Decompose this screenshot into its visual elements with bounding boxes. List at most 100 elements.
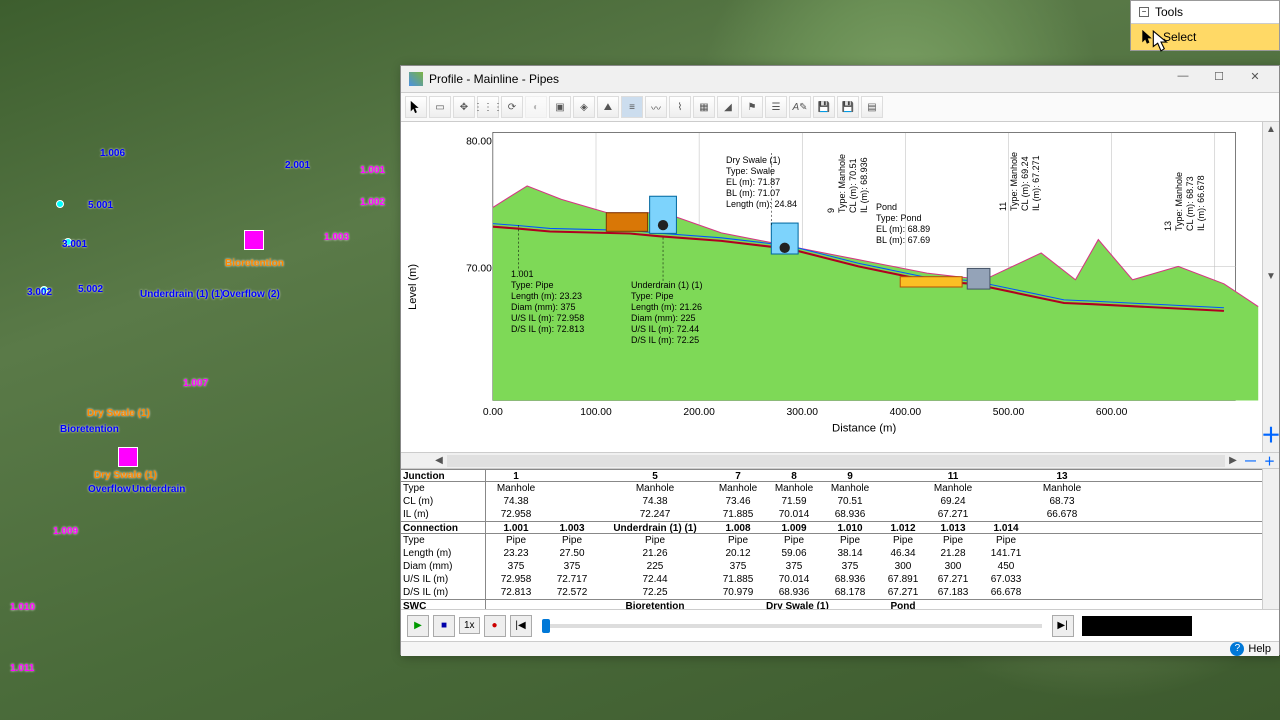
chart-ylabel: Level (m): [401, 264, 425, 310]
tools-panel-header[interactable]: − Tools: [1131, 1, 1279, 24]
flag-button[interactable]: ⚑: [741, 96, 763, 118]
time-display: [1082, 616, 1192, 636]
profile-window: Profile - Mainline - Pipes — ☐ ✕ ▭ ✥ ⋮⋮⋮…: [400, 65, 1280, 655]
map-label[interactable]: Overflow: [88, 484, 131, 495]
text-style-button[interactable]: A✎: [789, 96, 811, 118]
annot-mh11: 11Type: ManholeCL (m): 69.24IL (m): 67.2…: [998, 152, 1042, 211]
svg-text:500.00: 500.00: [993, 407, 1025, 418]
table-vscroll[interactable]: [1262, 469, 1279, 609]
profile-chart[interactable]: Level (m): [401, 122, 1279, 452]
map-label[interactable]: 1.011: [10, 663, 34, 674]
annot-pond: PondType: PondEL (m): 68.89BL (m): 67.69: [876, 202, 930, 246]
annot-mh13: 13Type: ManholeCL (m): 68.73IL (m): 66.6…: [1163, 172, 1207, 231]
map-label[interactable]: 2.001: [285, 160, 310, 171]
collapse-icon[interactable]: −: [1139, 7, 1149, 17]
zoom-plus-icon[interactable]: ＋: [1259, 417, 1280, 450]
help-icon[interactable]: ?: [1230, 642, 1244, 656]
isometric-button[interactable]: ◈: [573, 96, 595, 118]
annot-dryswale: Dry Swale (1)Type: SwaleEL (m): 71.87BL …: [726, 155, 797, 210]
zoom-plus-h-icon[interactable]: ＋: [1260, 453, 1279, 469]
svg-text:70.00: 70.00: [466, 264, 492, 275]
record-button[interactable]: ●: [484, 615, 506, 637]
animation-playbar: ▶ ■ 1x ● |◀ ▶|: [401, 609, 1279, 641]
map-label[interactable]: 1.007: [183, 378, 208, 389]
zoom-window-button[interactable]: ▭: [429, 96, 451, 118]
map-node-bioretention[interactable]: [244, 230, 264, 250]
skip-start-button[interactable]: |◀: [510, 615, 532, 637]
scroll-right-icon[interactable]: ▶: [1225, 455, 1241, 466]
svg-text:400.00: 400.00: [890, 407, 922, 418]
layer-egl-button[interactable]: ⌇: [669, 96, 691, 118]
map-node-dryswale[interactable]: [118, 447, 138, 467]
svg-text:0.00: 0.00: [483, 407, 503, 418]
svg-text:Distance (m): Distance (m): [832, 422, 896, 434]
annot-mh9: 9Type: ManholeCL (m): 70.51IL (m): 68.93…: [826, 154, 870, 213]
profile-toolbar: ▭ ✥ ⋮⋮⋮ ⟳ ◐ ▣ ◈ ⛰ ≡ 〰 ⌇ ▦ ◢ ⚑ ☰ A✎ 💾 💾 ▤: [401, 93, 1279, 122]
map-label[interactable]: Underdrain (1) (1): [140, 289, 223, 300]
hscroll-track[interactable]: [447, 455, 1225, 467]
scroll-left-icon[interactable]: ◀: [431, 455, 447, 466]
map-label[interactable]: 1.001: [360, 165, 385, 176]
window-footer: ? Help: [401, 641, 1279, 656]
map-label[interactable]: 1.003: [324, 232, 349, 243]
map-label[interactable]: 1.002: [360, 197, 385, 208]
skip-end-button[interactable]: ▶|: [1052, 615, 1074, 637]
map-label[interactable]: 1.006: [100, 148, 125, 159]
window-title: Profile - Mainline - Pipes: [429, 72, 1171, 86]
map-junction[interactable]: [56, 200, 64, 208]
map-label[interactable]: 3.002: [27, 287, 52, 298]
layer-lines-button[interactable]: ≡: [621, 96, 643, 118]
save-button[interactable]: 💾: [813, 96, 835, 118]
scroll-up-icon[interactable]: ▲: [1266, 124, 1276, 135]
map-label[interactable]: 5.002: [78, 284, 103, 295]
zoom-minus-icon[interactable]: —: [1241, 455, 1260, 467]
grid-button[interactable]: ⋮⋮⋮: [477, 96, 499, 118]
prev-button[interactable]: ◐: [525, 96, 547, 118]
svg-text:100.00: 100.00: [580, 407, 612, 418]
export-button[interactable]: ▤: [861, 96, 883, 118]
chart-hscroll[interactable]: ◀ ▶ — ＋: [401, 452, 1279, 469]
map-label[interactable]: 5.001: [88, 200, 113, 211]
time-slider[interactable]: [542, 624, 1042, 628]
map-label[interactable]: Dry Swale (1): [94, 470, 157, 481]
annot-underdrain: Underdrain (1) (1)Type: PipeLength (m): …: [631, 280, 703, 346]
svg-text:200.00: 200.00: [683, 407, 715, 418]
properties-button[interactable]: ☰: [765, 96, 787, 118]
annotate-button[interactable]: ◢: [717, 96, 739, 118]
scroll-down-icon[interactable]: ▼: [1266, 271, 1276, 282]
svg-text:600.00: 600.00: [1096, 407, 1128, 418]
map-label[interactable]: Dry Swale (1): [87, 408, 150, 419]
titlebar[interactable]: Profile - Mainline - Pipes — ☐ ✕: [401, 66, 1279, 93]
app-icon: [409, 72, 423, 86]
map-label[interactable]: 1.009: [53, 526, 78, 537]
svg-text:300.00: 300.00: [787, 407, 819, 418]
terrain-button[interactable]: ⛰: [597, 96, 619, 118]
slider-thumb[interactable]: [542, 619, 550, 633]
map-label[interactable]: Underdrain: [132, 484, 185, 495]
help-label[interactable]: Help: [1248, 643, 1271, 655]
stop-button[interactable]: ■: [433, 615, 455, 637]
map-label[interactable]: Overflow (2): [222, 289, 280, 300]
maximize-button[interactable]: ☐: [1207, 70, 1231, 88]
speed-label[interactable]: 1x: [459, 617, 480, 634]
map-label[interactable]: 3.001: [62, 239, 87, 250]
layer-hgl-button[interactable]: 〰: [645, 96, 667, 118]
refresh-button[interactable]: ⟳: [501, 96, 523, 118]
chart-vscroll[interactable]: ▲ ▼ ＋: [1262, 122, 1279, 452]
close-button[interactable]: ✕: [1243, 70, 1267, 88]
data-table[interactable]: JunctionTypeCL (m)IL (m)ConnectionTypeLe…: [401, 469, 1279, 609]
view3d-button[interactable]: ▣: [549, 96, 571, 118]
minimize-button[interactable]: —: [1171, 70, 1195, 88]
map-label[interactable]: 1.010: [10, 602, 35, 613]
select-tool-button[interactable]: [405, 96, 427, 118]
map-label[interactable]: Bioretention: [225, 258, 284, 269]
table-button[interactable]: ▦: [693, 96, 715, 118]
cursor-pointer-icon: [1152, 30, 1170, 52]
play-button[interactable]: ▶: [407, 615, 429, 637]
save-as-button[interactable]: 💾: [837, 96, 859, 118]
annot-pipe-1001: 1.001Type: PipeLength (m): 23.23Diam (mm…: [511, 269, 584, 335]
tools-title: Tools: [1155, 5, 1183, 19]
map-label[interactable]: Bioretention: [60, 424, 119, 435]
svg-text:80.00: 80.00: [466, 137, 492, 148]
pan-button[interactable]: ✥: [453, 96, 475, 118]
